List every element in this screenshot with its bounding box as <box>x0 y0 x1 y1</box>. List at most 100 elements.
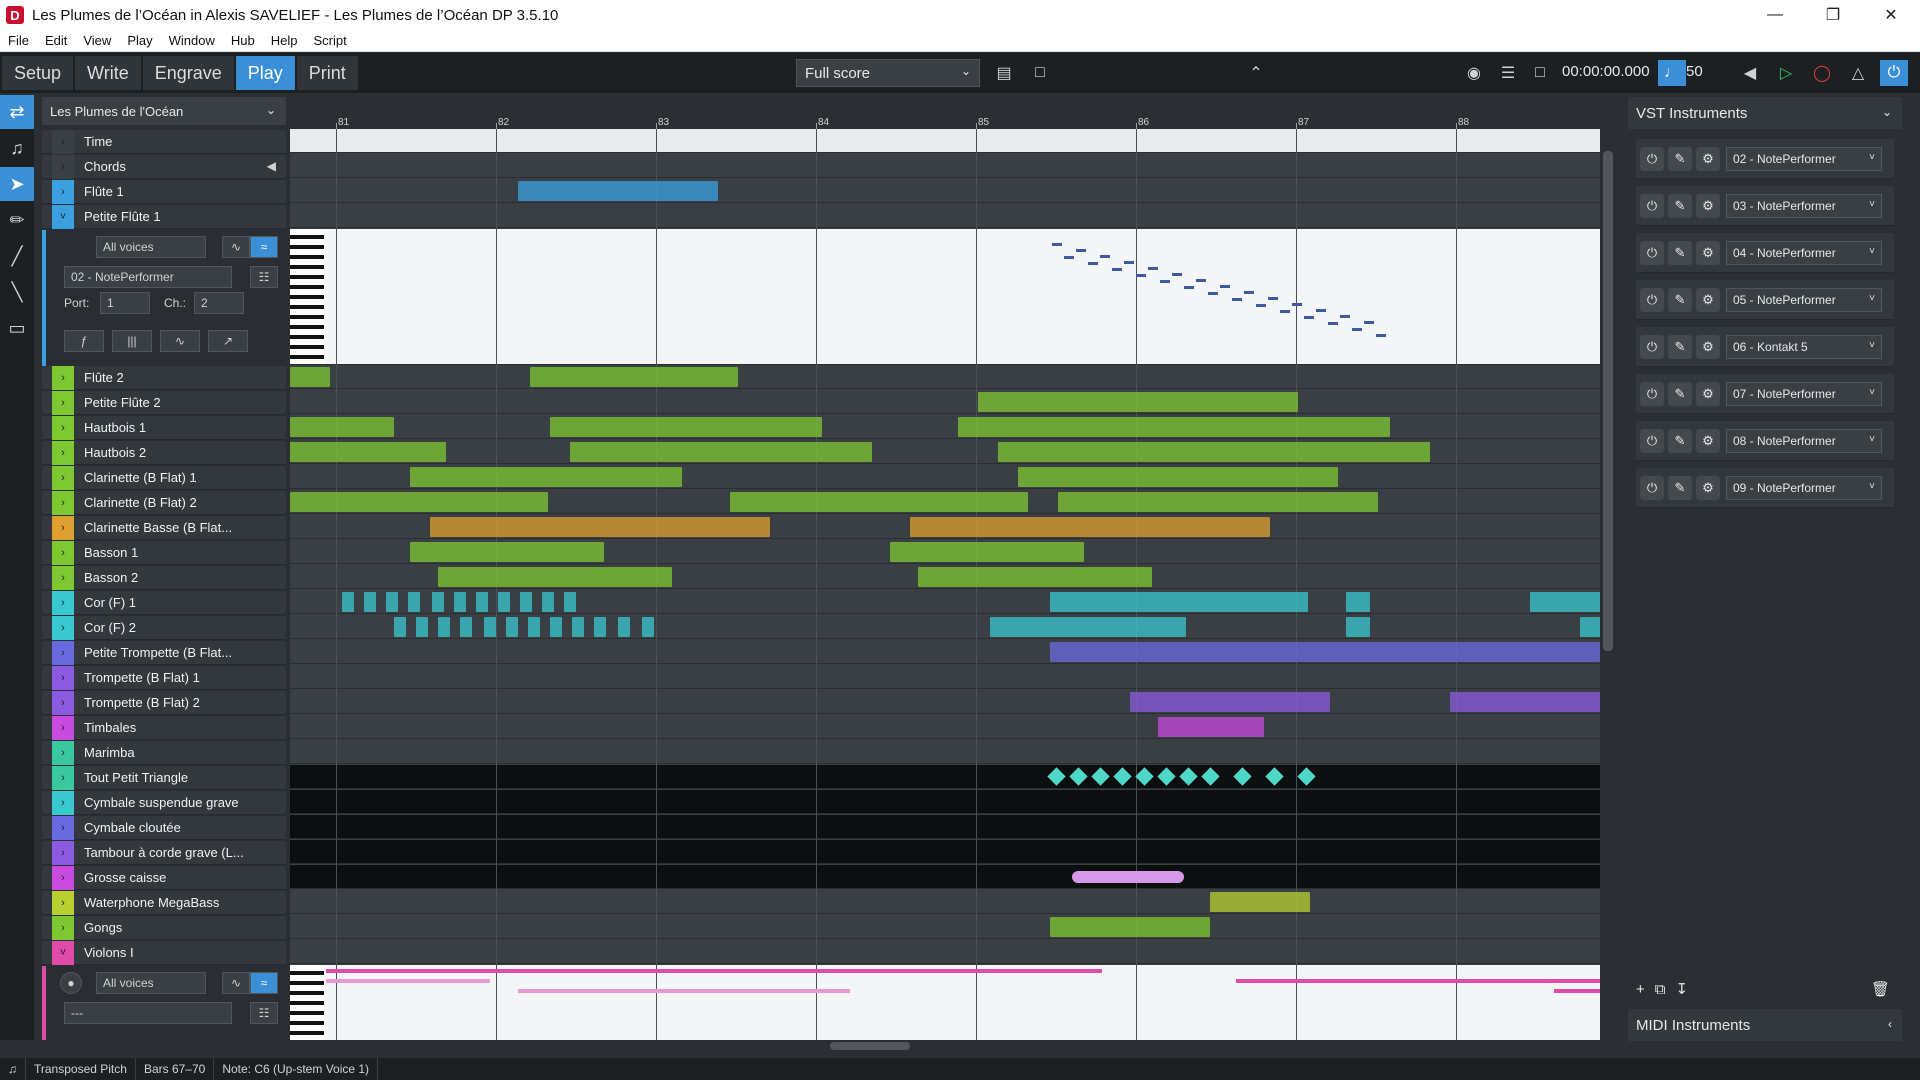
track-row[interactable]: › Hautbois 1 <box>42 415 286 440</box>
power-icon[interactable]: ⏻ <box>1640 475 1664 500</box>
track-row[interactable]: › Flûte 1 <box>42 179 286 204</box>
power-icon[interactable]: ⏻ <box>1640 287 1664 312</box>
mode-print-tab[interactable]: Print <box>296 56 358 90</box>
horizontal-scrollbar[interactable] <box>290 1040 1600 1052</box>
midi-region[interactable] <box>430 517 770 537</box>
menu-help[interactable]: Help <box>263 33 306 48</box>
midi-note[interactable] <box>1112 268 1122 271</box>
midi-region[interactable] <box>890 542 1084 562</box>
midi-region[interactable] <box>410 467 682 487</box>
midi-note[interactable] <box>1316 309 1326 312</box>
gear-icon[interactable]: ⚙ <box>1696 193 1720 218</box>
midi-region[interactable] <box>1450 692 1600 712</box>
midi-note[interactable] <box>1160 280 1170 283</box>
vst-instrument-select[interactable]: 05 - NotePerformer ˅ <box>1726 287 1882 312</box>
mode-setup-tab[interactable]: Setup <box>2 56 74 90</box>
curve-icon[interactable]: ∿ <box>222 236 250 258</box>
midi-icon[interactable]: □ <box>1526 60 1554 86</box>
edit-icon[interactable]: ✎ <box>1668 428 1692 453</box>
delete-icon[interactable]: 🗑 <box>1871 980 1890 998</box>
midi-region[interactable] <box>498 592 510 612</box>
midi-region[interactable] <box>484 617 496 637</box>
track-lane[interactable] <box>290 390 1600 414</box>
vst-instrument-select[interactable]: 04 - NotePerformer ˅ <box>1726 240 1882 265</box>
midi-note[interactable] <box>518 989 850 993</box>
import-icon[interactable]: ↧ <box>1675 980 1688 998</box>
midi-region[interactable] <box>1058 492 1378 512</box>
midi-note[interactable] <box>1052 243 1062 246</box>
track-row[interactable]: › Flûte 2 <box>42 365 286 390</box>
track-row[interactable]: ˅ Petite Flûte 1 <box>42 204 286 229</box>
speaker-icon[interactable]: ◀ <box>267 159 276 173</box>
midi-region[interactable] <box>506 617 518 637</box>
vst-instrument-select[interactable]: 03 - NotePerformer ˅ <box>1726 193 1882 218</box>
track-row[interactable]: › Time <box>42 130 286 154</box>
note-icon[interactable]: ♫ <box>0 131 34 165</box>
percussion-lane[interactable] <box>290 840 1600 864</box>
midi-note[interactable] <box>1280 310 1290 313</box>
midi-region[interactable] <box>408 592 420 612</box>
chevron-right-icon[interactable]: › <box>52 490 74 515</box>
chevron-right-icon[interactable]: › <box>52 465 74 490</box>
power-icon[interactable]: ⏻ <box>1640 381 1664 406</box>
track-row[interactable]: › Petite Flûte 2 <box>42 390 286 415</box>
track-row[interactable]: › Marimba <box>42 740 286 765</box>
midi-note[interactable] <box>1100 255 1110 258</box>
duplicate-icon[interactable]: ⧉ <box>1655 981 1666 998</box>
midi-region[interactable] <box>518 181 718 201</box>
menu-window[interactable]: Window <box>161 33 223 48</box>
mode-play-tab[interactable]: Play <box>235 56 295 90</box>
vertical-scrollbar[interactable] <box>1600 129 1616 1037</box>
edit-icon[interactable]: ✎ <box>1668 287 1692 312</box>
midi-note[interactable] <box>1340 315 1350 318</box>
midi-note[interactable] <box>1064 256 1074 259</box>
draw-icon[interactable]: ╲ <box>0 275 34 309</box>
status-mode-icon[interactable]: ♫ <box>0 1058 26 1080</box>
gear-icon[interactable]: ⚙ <box>1696 287 1720 312</box>
edit-icon[interactable]: ✎ <box>1668 381 1692 406</box>
midi-region[interactable] <box>290 367 330 387</box>
power-icon[interactable]: ⏻ <box>1640 428 1664 453</box>
chevron-right-icon[interactable]: › <box>52 690 74 715</box>
midi-note[interactable] <box>1088 262 1098 265</box>
midi-note[interactable] <box>1268 297 1278 300</box>
midi-region[interactable] <box>1130 692 1330 712</box>
track-lane[interactable] <box>290 940 1600 964</box>
add-icon[interactable]: + <box>1636 981 1645 998</box>
chevron-right-icon[interactable]: › <box>52 765 74 790</box>
track-view-icon[interactable]: ⇄ <box>0 95 34 129</box>
piano-keys-icon[interactable]: ☷ <box>250 1002 278 1024</box>
track-row[interactable]: › Grosse caisse <box>42 865 286 890</box>
chevron-right-icon[interactable]: › <box>52 515 74 540</box>
midi-region[interactable] <box>290 492 548 512</box>
edit-icon[interactable]: ✎ <box>1668 334 1692 359</box>
midi-region[interactable] <box>998 442 1430 462</box>
midi-region[interactable] <box>1580 617 1600 637</box>
track-lane[interactable] <box>290 179 1600 203</box>
edit-icon[interactable]: ✎ <box>1668 475 1692 500</box>
midi-region[interactable] <box>1210 892 1310 912</box>
pencil-icon[interactable]: ✏ <box>0 203 34 237</box>
midi-note[interactable] <box>1148 267 1158 270</box>
edit-icon[interactable]: ✎ <box>1668 240 1692 265</box>
gear-icon[interactable]: ⚙ <box>1696 381 1720 406</box>
midi-region[interactable] <box>618 617 630 637</box>
midi-region[interactable] <box>530 367 738 387</box>
midi-region[interactable] <box>476 592 488 612</box>
edit-icon[interactable]: ✎ <box>1668 146 1692 171</box>
track-row[interactable]: › Tambour à corde grave (L... <box>42 840 286 865</box>
midi-region[interactable] <box>1346 592 1370 612</box>
vst-instrument-select[interactable]: 02 - NotePerformer ˅ <box>1726 146 1882 171</box>
midi-note[interactable] <box>1304 316 1314 319</box>
midi-note[interactable] <box>1364 321 1374 324</box>
power-icon[interactable]: ⏻ <box>1640 193 1664 218</box>
midi-region[interactable] <box>1050 642 1600 662</box>
percussion-lane[interactable] <box>290 765 1600 789</box>
chevron-right-icon[interactable]: › <box>52 440 74 465</box>
track-row[interactable]: › Waterphone MegaBass <box>42 890 286 915</box>
select-arrow-icon[interactable]: ➤ <box>0 167 34 201</box>
midi-region[interactable] <box>730 492 1028 512</box>
record-enable-icon[interactable]: ● <box>60 972 82 994</box>
chevron-right-icon[interactable]: › <box>52 915 74 940</box>
gear-icon[interactable]: ⚙ <box>1696 334 1720 359</box>
